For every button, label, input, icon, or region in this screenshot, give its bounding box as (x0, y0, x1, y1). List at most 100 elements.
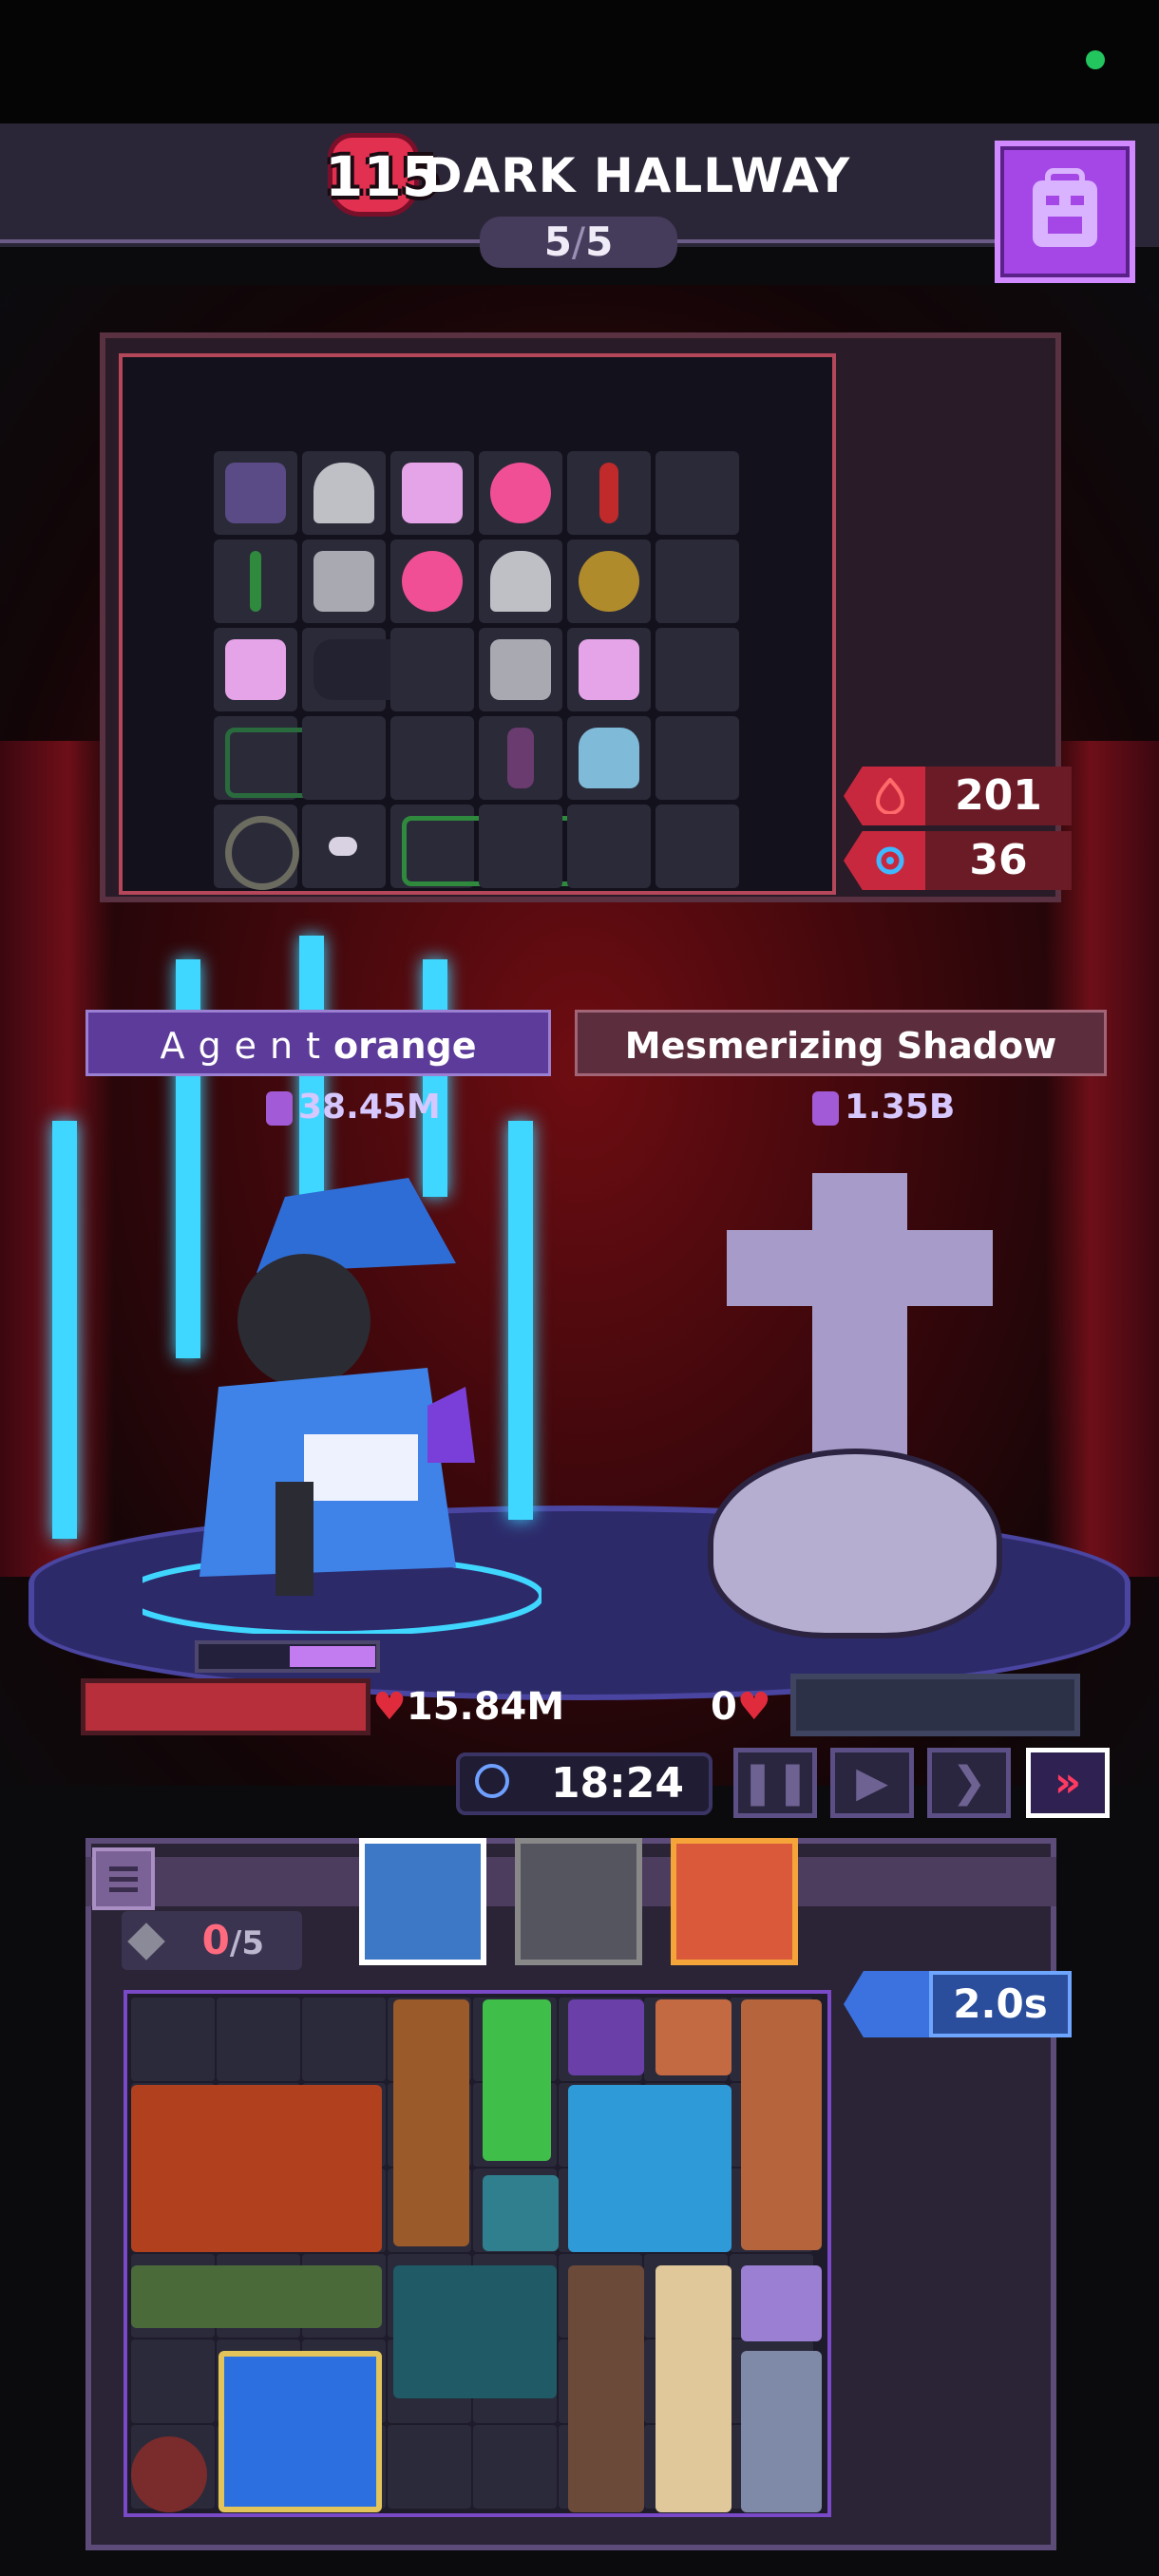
hero-card-wolf[interactable] (359, 1838, 486, 1965)
spirit-sword-icon (52, 1121, 77, 1539)
loot-cell[interactable] (302, 716, 386, 800)
sword-icon (266, 1091, 293, 1126)
menu-line (109, 1877, 138, 1882)
inventory-cell[interactable] (131, 1998, 215, 2081)
menu-line (109, 1866, 138, 1871)
loot-cell[interactable] (214, 540, 297, 623)
mask-icon (844, 1971, 934, 2037)
inventory-cell[interactable] (302, 1998, 386, 2081)
snake-staff-item-icon[interactable] (131, 2265, 382, 2328)
loot-cell[interactable] (302, 805, 386, 888)
play-icon: ▶ (856, 1758, 888, 1807)
loot-cell[interactable] (390, 451, 474, 535)
winged-boot-item-icon (490, 551, 551, 612)
loot-cell[interactable] (214, 628, 297, 711)
enemy-power: 1.35B (812, 1087, 955, 1128)
inventory-cell[interactable] (131, 2339, 215, 2423)
hero-card-locked[interactable] (515, 1838, 642, 1965)
butterfly-item-icon (225, 639, 286, 700)
enemy-hp: 0♥ (711, 1683, 771, 1731)
eggplant-item-icon[interactable] (568, 1999, 644, 2075)
backpack-icon (1033, 168, 1097, 247)
loot-cell[interactable] (390, 540, 474, 623)
comet-item-icon[interactable] (656, 1999, 732, 2075)
winged-boot-item-icon (490, 639, 551, 700)
loot-cell[interactable] (567, 451, 651, 535)
loot-cell[interactable] (390, 628, 474, 711)
inventory-cell[interactable] (217, 1998, 300, 2081)
status-bar (0, 0, 1159, 123)
inventory-cell[interactable] (473, 2425, 557, 2509)
sword-icon (812, 1091, 839, 1126)
bomb-item-icon[interactable] (131, 2436, 207, 2512)
flaming-sword-item-icon[interactable] (741, 1999, 822, 2250)
menu-line (109, 1887, 138, 1892)
player-mana-bar (195, 1640, 380, 1673)
loot-cell[interactable] (214, 716, 377, 800)
flower-stem-item-icon (507, 728, 534, 788)
loot-cell[interactable] (479, 628, 562, 711)
loot-cell[interactable] (302, 451, 386, 535)
fastest-speed-button[interactable]: » (1026, 1748, 1110, 1818)
wave-counter: 5/5 (480, 217, 677, 268)
bottle-item-icon (579, 728, 639, 788)
frost-shield-item-icon[interactable] (218, 2351, 382, 2512)
defense-stat: 36 (844, 831, 1072, 890)
enemy-hp-value: 0 (711, 1685, 737, 1729)
loot-cell[interactable] (390, 716, 474, 800)
loot-cell[interactable] (302, 540, 386, 623)
hero-card-dragon[interactable] (671, 1838, 798, 1965)
backpack-button[interactable] (995, 141, 1135, 283)
loot-grid (214, 451, 742, 890)
loot-cell[interactable] (214, 805, 299, 890)
pause-icon: ❚❚ (740, 1758, 810, 1807)
stone-tablet-item-icon[interactable] (741, 2351, 822, 2512)
loot-cell[interactable] (302, 628, 456, 711)
loot-cell[interactable] (656, 628, 739, 711)
loot-cell[interactable] (567, 716, 651, 800)
inventory-cell[interactable] (388, 2425, 471, 2509)
loot-cell[interactable] (656, 451, 739, 535)
ghost-item-icon[interactable] (741, 2265, 822, 2341)
green-sword-item-icon[interactable] (483, 1999, 551, 2161)
menu-button[interactable] (92, 1847, 155, 1910)
loot-cell[interactable] (567, 805, 651, 888)
enemy-power-value: 1.35B (845, 1088, 956, 1127)
loot-cell[interactable] (479, 451, 562, 535)
gravestone-rock (708, 1449, 1002, 1638)
slots-sep: / (229, 1924, 242, 1962)
loot-cell[interactable] (214, 451, 297, 535)
loot-cell[interactable] (479, 716, 562, 800)
loot-cell[interactable] (656, 716, 739, 800)
medal-item-icon (599, 463, 618, 523)
loot-cell[interactable] (479, 540, 562, 623)
loot-cell[interactable] (567, 540, 651, 623)
vortex-card-icon[interactable] (131, 2085, 382, 2252)
arrow-tile-icon[interactable] (483, 2175, 559, 2251)
wave-total: 5 (585, 218, 614, 265)
dragon-pet-item-icon[interactable] (393, 2265, 557, 2398)
attack-stat: 201 (844, 767, 1072, 825)
loot-cell[interactable] (656, 805, 739, 888)
fire-scroll-item-icon[interactable] (656, 2265, 732, 2512)
player-hp: ♥15.84M (372, 1683, 564, 1731)
player-hero-sprite[interactable] (52, 936, 542, 1634)
status-indicator-icon (1086, 50, 1105, 69)
staff-item-icon[interactable] (393, 1999, 469, 2246)
loot-cell[interactable] (390, 805, 649, 888)
play-button[interactable]: ▶ (830, 1748, 914, 1818)
pause-button[interactable]: ❚❚ (733, 1748, 817, 1818)
ring-item-icon (225, 816, 299, 890)
loot-cell[interactable] (479, 805, 562, 888)
winged-boot-item-icon (314, 551, 374, 612)
skull-medal-item-icon (579, 551, 639, 612)
fast-forward-button[interactable]: ❯ (927, 1748, 1011, 1818)
loot-cell[interactable] (567, 628, 651, 711)
fire-staff-item-icon[interactable] (568, 2265, 644, 2512)
butterfly-item-icon (402, 463, 463, 523)
ice-shards-item-icon[interactable] (568, 2085, 732, 2252)
player-name-banner: Agentorange (86, 1010, 551, 1076)
winged-boot-item-icon (314, 463, 374, 523)
loot-cell[interactable] (656, 540, 739, 623)
heart-icon: ♥ (372, 1685, 407, 1729)
